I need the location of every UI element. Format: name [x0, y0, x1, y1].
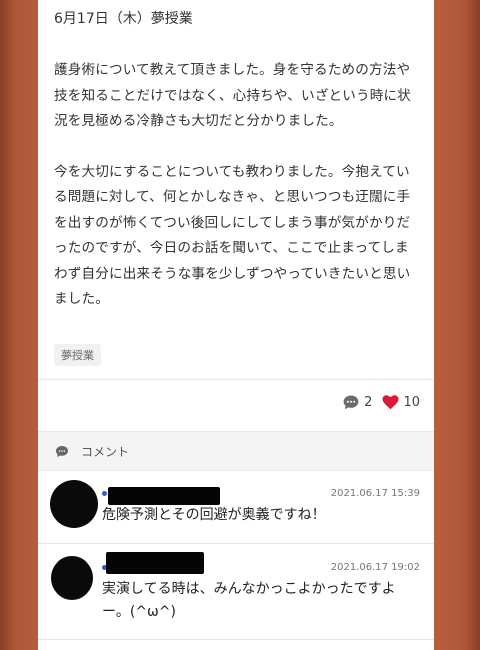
like-count: 10	[403, 395, 420, 410]
commenter-name-redacted[interactable]	[106, 552, 204, 574]
comment-item: 2021.06.17 19:02 実演してる時は、みんなかっこよかったですよー。…	[38, 544, 434, 640]
divider	[38, 639, 434, 640]
avatar[interactable]	[51, 556, 93, 600]
speech-bubble-icon[interactable]	[342, 394, 360, 411]
comments-label: コメント	[81, 445, 130, 459]
commenter-name-redacted[interactable]	[108, 487, 220, 505]
post-stats: 2 10	[342, 394, 420, 411]
comment-text: 危険予測とその回避が奥義ですね！	[102, 507, 326, 523]
comment-count: 2	[364, 395, 373, 410]
comment-item: 2021.06.17 15:39 危険予測とその回避が奥義ですね！	[38, 470, 434, 542]
post-title: 6月17日（木）夢授業	[54, 11, 193, 27]
comment-date: 2021.06.17 19:02	[330, 562, 420, 573]
comment-date: 2021.06.17 15:39	[330, 488, 420, 499]
heart-icon[interactable]	[382, 395, 399, 410]
comment-text: 実演してる時は、みんなかっこよかったですよー。(^ω^)	[102, 581, 396, 620]
post-paragraph: 護身術について教えて頂きました。身を守るための方法や技を知ることだけではなく、心…	[54, 62, 411, 129]
user-badge-icon	[102, 491, 107, 496]
comments-header: コメント	[38, 431, 434, 471]
post-card: 6月17日（木）夢授業 護身術について教えて頂きました。身を守るための方法や技を…	[38, 0, 434, 650]
speech-bubble-icon	[55, 444, 69, 463]
divider	[38, 379, 434, 380]
avatar[interactable]	[50, 480, 98, 528]
post-body: 護身術について教えて頂きました。身を守るための方法や技を知ることだけではなく、心…	[54, 58, 420, 313]
post-paragraph: 今を大切にすることについても教わりました。今抱えている問題に対して、何とかしなき…	[54, 163, 411, 308]
post-tag[interactable]: 夢授業	[54, 344, 101, 366]
